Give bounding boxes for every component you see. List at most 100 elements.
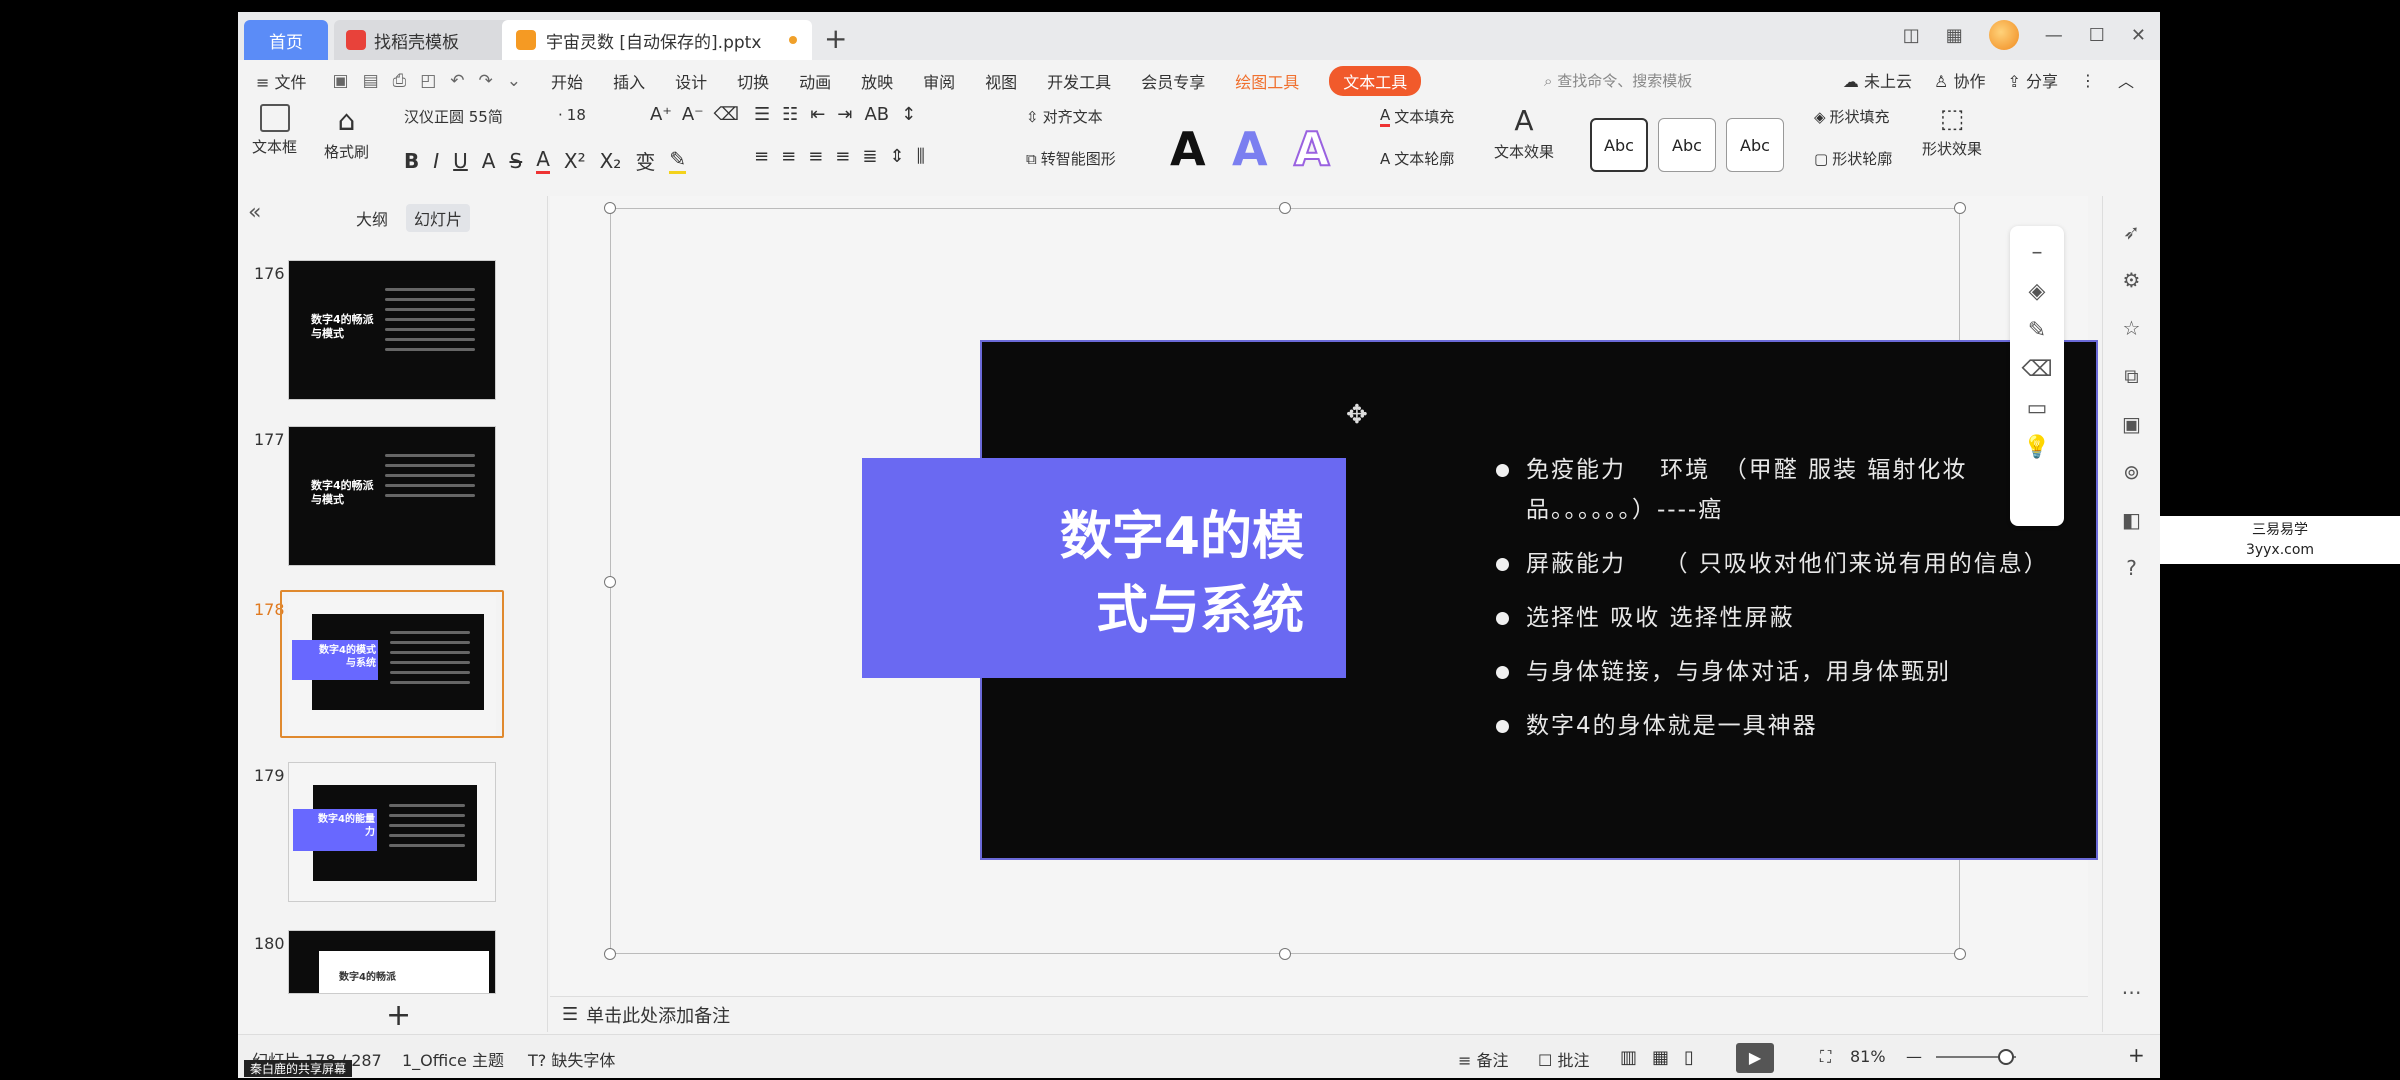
font-size-select[interactable]: · 18 [558, 106, 586, 124]
phonetic-icon[interactable]: 变 [635, 146, 655, 175]
outdent-icon[interactable]: ⇤ [810, 104, 825, 125]
italic-icon[interactable]: I [433, 149, 439, 173]
avatar[interactable] [1988, 20, 2019, 50]
menu-developer[interactable]: 开发工具 [1047, 69, 1111, 93]
tab-outline[interactable]: 大纲 [348, 204, 396, 232]
new-tab-button[interactable]: + [824, 22, 847, 55]
play-slideshow-button[interactable]: ▶ [1736, 1043, 1774, 1073]
frame-icon[interactable]: ▭ [2010, 396, 2064, 421]
menu-draw-tools[interactable]: 绘图工具 [1235, 69, 1299, 93]
close-icon[interactable]: ✕ [2131, 25, 2146, 46]
book-icon[interactable]: ◧ [2103, 508, 2160, 532]
more-dots-icon[interactable]: ⋯ [2103, 980, 2160, 1004]
bold-icon[interactable]: B [404, 149, 419, 173]
print-icon[interactable]: ⎙ [393, 71, 407, 91]
comments-toggle[interactable]: ☐ 批注 [1538, 1047, 1589, 1071]
zoom-out-icon[interactable]: — [1906, 1047, 1922, 1066]
menu-file[interactable]: ≡ 文件 [256, 69, 307, 93]
tab-slides[interactable]: 幻灯片 [406, 204, 471, 232]
shape-outline-button[interactable]: ▢ 形状轮廓 [1814, 148, 1892, 169]
search-input[interactable]: ⌕ 查找命令、搜索模板 [1544, 70, 1692, 91]
cloud-button[interactable]: ☁ 未上云 [1843, 68, 1912, 92]
pen-icon[interactable]: ✎ [2010, 318, 2064, 343]
save-icon[interactable]: ▣ [333, 71, 349, 91]
slide-thumb-179[interactable]: 179 数字4的能量力 [252, 762, 542, 912]
text-shadow-icon[interactable]: A [482, 149, 496, 173]
line-spacing-icon[interactable]: ↕ [901, 104, 916, 125]
menu-start[interactable]: 开始 [551, 69, 583, 93]
copy-icon[interactable]: ⧉ [2103, 364, 2160, 388]
collab-button[interactable]: ♙ 协作 [1934, 68, 1985, 92]
help-icon[interactable]: ? [2103, 556, 2160, 580]
smart-shape-button[interactable]: ⧉ 转智能图形 [1026, 148, 1116, 169]
rocket-icon[interactable]: ➶ [2103, 220, 2160, 244]
text-outline-button[interactable]: A 文本轮廓 [1380, 148, 1454, 169]
undo-icon[interactable]: ↶ [450, 71, 464, 91]
resize-handle[interactable] [604, 202, 616, 214]
export-icon[interactable]: ▤ [363, 71, 379, 91]
tab-document[interactable]: 宇宙灵数 [自动保存的].pptx [502, 20, 812, 60]
text-style-black[interactable]: A [1170, 122, 1206, 176]
grow-font-icon[interactable]: A⁺ [650, 104, 672, 125]
highlight-icon[interactable]: ✎ [669, 147, 687, 174]
minimize-icon[interactable]: — [2045, 25, 2063, 46]
minus-icon[interactable]: – [2010, 240, 2064, 265]
menu-insert[interactable]: 插入 [613, 69, 645, 93]
shape-effect-button[interactable]: ⬚ 形状效果 [1922, 104, 1982, 159]
notes-bar[interactable]: ☰ 单击此处添加备注 [550, 996, 2088, 1032]
text-style-blue[interactable]: A [1232, 122, 1268, 176]
layers-icon[interactable]: ◈ [2010, 279, 2064, 304]
resize-handle[interactable] [1279, 202, 1291, 214]
menu-slideshow[interactable]: 放映 [861, 69, 893, 93]
text-style-outline[interactable]: A [1293, 121, 1331, 177]
align-text-button[interactable]: ⇳ 对齐文本 [1026, 106, 1103, 127]
menu-member[interactable]: 会员专享 [1141, 69, 1205, 93]
menu-transition[interactable]: 切换 [737, 69, 769, 93]
menu-review[interactable]: 审阅 [923, 69, 955, 93]
clear-format-icon[interactable]: ⌫ [714, 104, 739, 125]
slide-thumb-178[interactable]: 178 数字4的模式与系统 [252, 590, 542, 746]
text-direction-icon[interactable]: AB [864, 104, 889, 125]
sorter-view-icon[interactable]: ▦ [1652, 1047, 1669, 1068]
justify-icon[interactable]: ≡ [835, 146, 850, 167]
slide-thumb-177[interactable]: 177 数字4的畅派与模式 [252, 426, 542, 576]
resize-handle[interactable] [1954, 202, 1966, 214]
tab-home[interactable]: 首页 [244, 20, 328, 60]
menu-view[interactable]: 视图 [985, 69, 1017, 93]
distribute-icon[interactable]: ≣ [862, 146, 877, 167]
title-band[interactable]: 数字4的模 式与系统 [862, 458, 1346, 678]
fit-window-icon[interactable]: ⛶ [1820, 1047, 1831, 1067]
resize-handle[interactable] [1279, 948, 1291, 960]
align-center-icon[interactable]: ≡ [781, 146, 796, 167]
star-icon[interactable]: ☆ [2103, 316, 2160, 340]
eraser-icon[interactable]: ⌫ [2010, 357, 2064, 382]
reading-view-icon[interactable]: ▯ [1684, 1047, 1694, 1068]
align-right-icon[interactable]: ≡ [808, 146, 823, 167]
align-left-icon[interactable]: ≡ [754, 146, 769, 167]
shape-style-2[interactable]: Abc [1658, 118, 1716, 172]
resize-handle[interactable] [1954, 948, 1966, 960]
add-slide-button[interactable]: + [386, 998, 411, 1033]
collapse-panel-icon[interactable]: « [248, 200, 261, 225]
resize-handle[interactable] [604, 948, 616, 960]
numbering-icon[interactable]: ☷ [782, 104, 798, 125]
superscript-icon[interactable]: X² [564, 149, 586, 173]
notes-toggle[interactable]: ≡ 备注 [1458, 1047, 1509, 1071]
resize-handle[interactable] [604, 576, 616, 588]
textbox-button[interactable]: 文本框 [252, 104, 297, 157]
image-tool-icon[interactable]: ▣ [2103, 412, 2160, 436]
maximize-icon[interactable]: ☐ [2089, 25, 2105, 46]
bullet-list[interactable]: 免疫能力 环境 （甲醛 服装 辐射化妆品。。。。。。）----癌 屏蔽能力 （ … [1492, 450, 2052, 760]
para-spacing-icon[interactable]: ⇕ [889, 146, 904, 167]
redo-icon[interactable]: ↷ [479, 71, 493, 91]
strike-icon[interactable]: S [509, 149, 522, 173]
text-effect-button[interactable]: A 文本效果 [1494, 104, 1554, 162]
menu-text-tools[interactable]: 文本工具 [1329, 66, 1422, 96]
bulb-icon[interactable]: 💡 [2010, 435, 2064, 460]
normal-view-icon[interactable]: ▥ [1620, 1047, 1637, 1068]
font-color-icon[interactable]: A [536, 147, 550, 174]
menu-design[interactable]: 设计 [675, 69, 707, 93]
collapse-ribbon-icon[interactable]: ︿ [2118, 68, 2134, 92]
shape-fill-button[interactable]: ◈ 形状填充 [1814, 106, 1890, 127]
preview-icon[interactable]: ◰ [420, 71, 436, 91]
